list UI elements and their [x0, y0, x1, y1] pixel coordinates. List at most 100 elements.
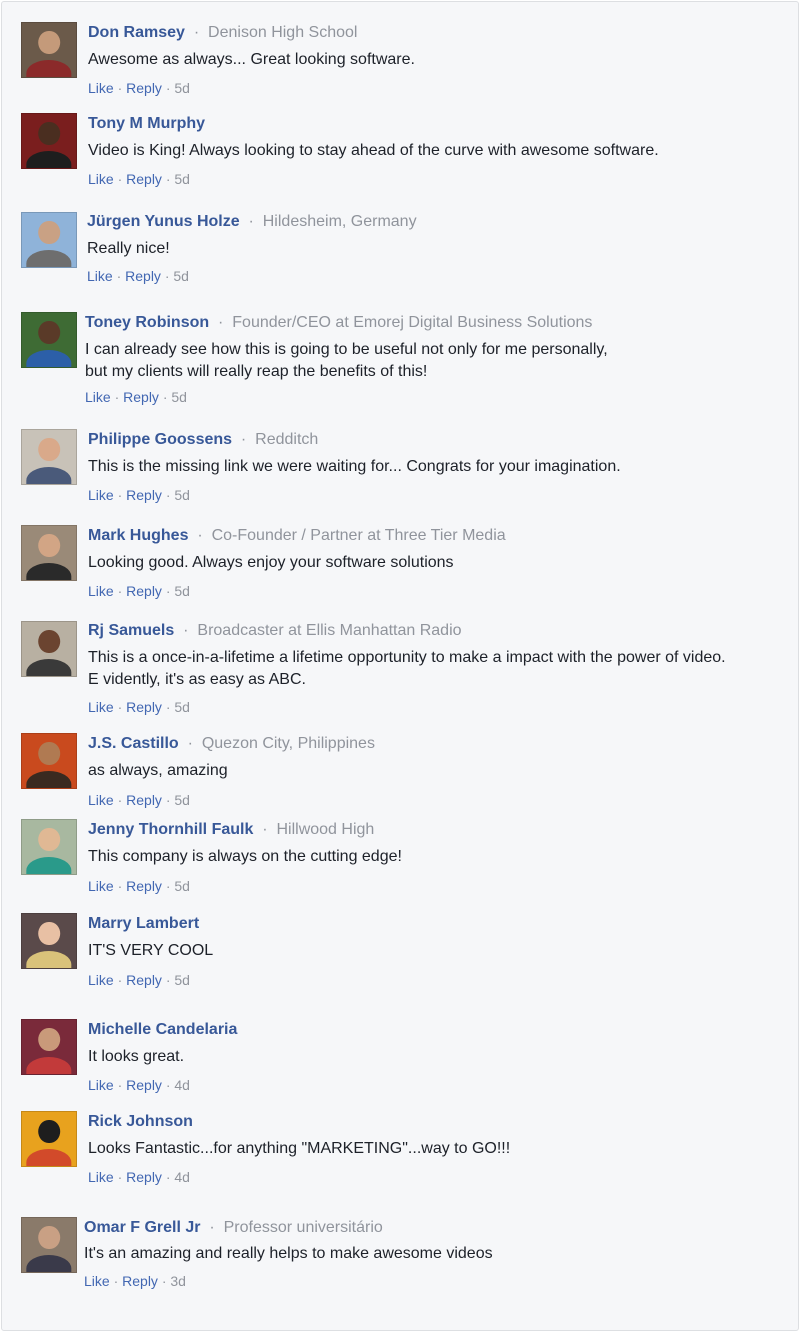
like-link[interactable]: Like [88, 878, 114, 894]
commenter-name[interactable]: Rj Samuels [88, 622, 174, 639]
comment-time[interactable]: 5d [174, 699, 190, 715]
reply-link[interactable]: Reply [123, 389, 159, 405]
comment-time[interactable]: 4d [174, 1077, 190, 1093]
commenter-name[interactable]: Jenny Thornhill Faulk [88, 821, 253, 838]
comment-text: Really nice! [87, 240, 170, 257]
like-link[interactable]: Like [88, 80, 114, 96]
avatar[interactable] [21, 212, 77, 268]
reply-link[interactable]: Reply [126, 792, 162, 808]
like-link[interactable]: Like [88, 972, 114, 988]
comment-actions: Like · Reply · 5d [87, 267, 189, 285]
like-link[interactable]: Like [88, 1077, 114, 1093]
comment-actions: Like · Reply · 4d [88, 1168, 190, 1186]
reply-link[interactable]: Reply [126, 878, 162, 894]
like-link[interactable]: Like [85, 389, 111, 405]
avatar[interactable] [21, 429, 77, 485]
separator-dot: · [113, 80, 127, 96]
commenter-name[interactable]: Don Ramsey [88, 24, 185, 41]
commenter-name[interactable]: Jürgen Yunus Holze [87, 213, 240, 230]
like-link[interactable]: Like [88, 171, 114, 187]
reply-link[interactable]: Reply [126, 1077, 162, 1093]
commenter-name[interactable]: Marry Lambert [88, 915, 199, 932]
commenter-name[interactable]: Mark Hughes [88, 527, 188, 544]
avatar[interactable] [21, 22, 77, 78]
separator-dot: · [192, 527, 208, 544]
reply-link[interactable]: Reply [126, 699, 162, 715]
commenter-meta: Quezon City, Philippines [201, 735, 375, 752]
commenter-name[interactable]: Omar F Grell Jr [84, 1219, 201, 1236]
commenter-name[interactable]: Rick Johnson [88, 1113, 193, 1130]
like-link[interactable]: Like [88, 699, 114, 715]
comment-text: This is the missing link we were waiting… [88, 458, 621, 475]
separator-dot: · [161, 80, 175, 96]
comment-time[interactable]: 5d [171, 389, 187, 405]
reply-link[interactable]: Reply [126, 80, 162, 96]
separator-dot: · [113, 171, 127, 187]
like-link[interactable]: Like [87, 268, 113, 284]
avatar[interactable] [21, 913, 77, 969]
avatar[interactable] [21, 733, 77, 789]
commenter-meta: Redditch [255, 431, 319, 448]
avatar[interactable] [21, 113, 77, 169]
comment-actions: Like · Reply · 4d [88, 1076, 190, 1094]
avatar[interactable] [21, 1111, 77, 1167]
commenter-name[interactable]: Michelle Candelaria [88, 1021, 237, 1038]
reply-link[interactable]: Reply [126, 171, 162, 187]
separator-dot: · [161, 1169, 175, 1185]
separator-dot: · [257, 821, 273, 838]
separator-dot: · [161, 583, 175, 599]
comment-time[interactable]: 5d [174, 792, 190, 808]
separator-dot: · [183, 735, 198, 752]
commenter-meta: Co-Founder / Partner at Three Tier Media [211, 527, 506, 544]
commenter-meta: Hillwood High [276, 821, 375, 838]
avatar[interactable] [21, 621, 77, 677]
comment-time[interactable]: 4d [174, 1169, 190, 1185]
avatar[interactable] [21, 525, 77, 581]
comment-actions: Like · Reply · 5d [88, 877, 190, 895]
comment-time[interactable]: 3d [170, 1273, 186, 1289]
like-link[interactable]: Like [88, 1169, 114, 1185]
avatar[interactable] [21, 312, 77, 368]
separator-dot: · [189, 24, 204, 41]
like-link[interactable]: Like [88, 487, 114, 503]
separator-dot: · [213, 314, 228, 331]
avatar[interactable] [21, 1217, 77, 1273]
commenter-name[interactable]: Toney Robinson [85, 314, 209, 331]
reply-link[interactable]: Reply [126, 1169, 162, 1185]
comment-text: IT'S VERY COOL [88, 942, 214, 959]
comment-time[interactable]: 5d [174, 171, 190, 187]
commenter-name[interactable]: Tony M Murphy [88, 115, 205, 132]
comment-time[interactable]: 5d [174, 972, 190, 988]
comment-time[interactable]: 5d [174, 487, 190, 503]
comment-actions: Like · Reply · 5d [88, 582, 190, 600]
comment-time[interactable]: 5d [173, 268, 189, 284]
like-link[interactable]: Like [88, 583, 114, 599]
separator-dot: · [113, 792, 127, 808]
avatar[interactable] [21, 1019, 77, 1075]
reply-link[interactable]: Reply [126, 972, 162, 988]
like-link[interactable]: Like [88, 792, 114, 808]
commenter-meta: Broadcaster at Ellis Manhattan Radio [197, 622, 462, 639]
commenter-name[interactable]: J.S. Castillo [88, 735, 179, 752]
commenter-meta: Founder/CEO at Emorej Digital Business S… [232, 314, 593, 331]
comment-time[interactable]: 5d [174, 878, 190, 894]
comment-actions: Like · Reply · 5d [88, 971, 190, 989]
separator-dot: · [113, 699, 127, 715]
separator-dot: · [244, 213, 259, 230]
separator-dot: · [204, 1219, 220, 1236]
comment-text: It looks great. [88, 1048, 185, 1065]
comment-text: I can already see how this is going to b… [85, 341, 608, 380]
separator-dot: · [113, 972, 127, 988]
like-link[interactable]: Like [84, 1273, 110, 1289]
comment-actions: Like · Reply · 3d [84, 1272, 186, 1290]
comment-text: Looks Fantastic...for anything "MARKETIN… [88, 1140, 511, 1157]
comment-text: Awesome as always... Great looking softw… [88, 51, 415, 68]
comment-time[interactable]: 5d [174, 80, 190, 96]
reply-link[interactable]: Reply [126, 583, 162, 599]
reply-link[interactable]: Reply [122, 1273, 158, 1289]
comment-time[interactable]: 5d [174, 583, 190, 599]
commenter-name[interactable]: Philippe Goossens [88, 431, 232, 448]
reply-link[interactable]: Reply [126, 487, 162, 503]
avatar[interactable] [21, 819, 77, 875]
reply-link[interactable]: Reply [125, 268, 161, 284]
